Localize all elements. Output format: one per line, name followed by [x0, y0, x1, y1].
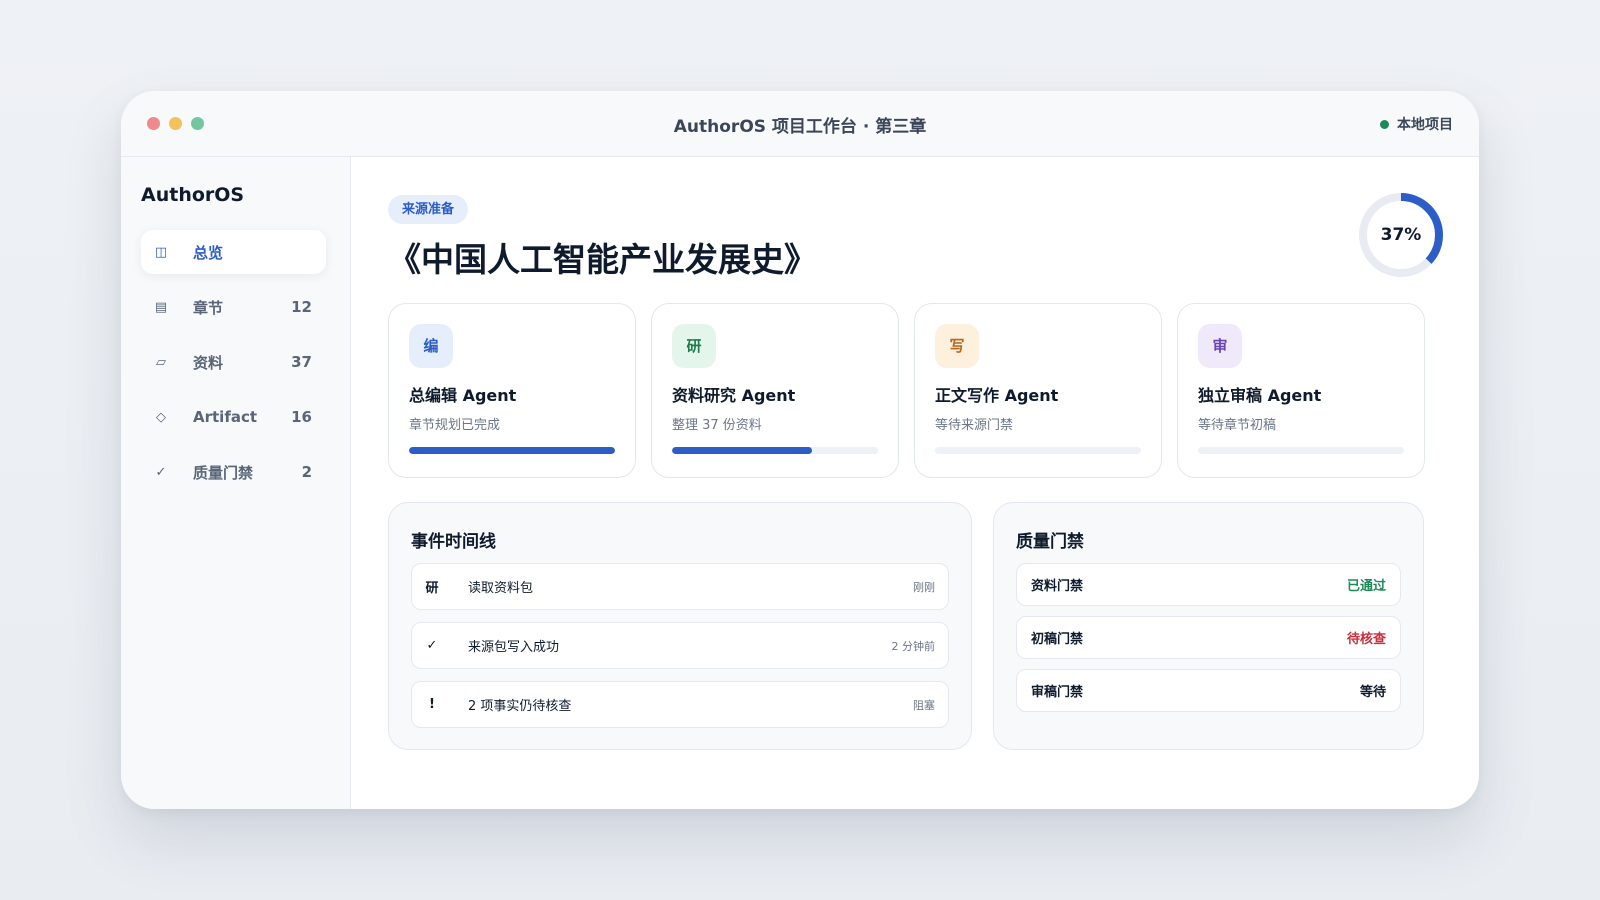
sidebar-item-label: 质量门禁	[193, 463, 254, 482]
sidebar-item-label: 章节	[193, 298, 224, 317]
sidebar-item-count: 37	[291, 353, 312, 371]
sidebar-item-chapters[interactable]: ▤ 章节 12	[141, 285, 326, 329]
research-icon: 研	[425, 581, 439, 596]
editor-agent-icon: 编	[409, 324, 453, 368]
agent-progress-fill	[409, 447, 615, 454]
event-label: 读取资料包	[468, 581, 534, 596]
event-row[interactable]: ✓ 来源包写入成功 2 分钟前	[411, 622, 949, 669]
sidebar-item-count: 12	[291, 298, 312, 316]
gate-row[interactable]: 初稿门禁 待核查	[1016, 616, 1401, 659]
agent-status: 等待章节初稿	[1198, 418, 1277, 433]
sidebar-item-artifact[interactable]: ◇ Artifact 16	[141, 395, 326, 439]
gate-label: 审稿门禁	[1031, 685, 1084, 700]
sidebar-item-count: 2	[301, 463, 312, 481]
research-agent-icon: 研	[672, 324, 716, 368]
check-icon: ✓	[426, 638, 438, 653]
event-label: 来源包写入成功	[468, 640, 560, 655]
agent-card-research[interactable]: 研 资料研究 Agent 整理 37 份资料	[651, 303, 899, 478]
agent-name: 正文写作 Agent	[935, 386, 1059, 405]
alert-icon: !	[429, 697, 435, 712]
agent-status: 等待来源门禁	[935, 418, 1014, 433]
panel-title: 事件时间线	[411, 532, 496, 552]
sidebar-item-overview[interactable]: ◫ 总览	[141, 230, 326, 274]
gate-status: 待核查	[1346, 632, 1386, 647]
event-row[interactable]: 研 读取资料包 刚刚	[411, 563, 949, 610]
event-time: 2 分钟前	[891, 639, 936, 653]
agent-status: 章节规划已完成	[409, 418, 501, 433]
reviewer-agent-icon: 审	[1198, 324, 1242, 368]
materials-icon: ▱	[156, 354, 166, 370]
check-icon: ✓	[155, 464, 167, 480]
window-title: AuthorOS 项目工作台 · 第三章	[673, 117, 927, 137]
agent-progress-bar	[935, 447, 1141, 454]
main-content: 来源准备 《中国人工智能产业发展史》 37% 编 总编辑 Agent 章节规划已…	[352, 157, 1479, 809]
panel-title: 质量门禁	[1016, 532, 1084, 552]
sidebar-item-label: Artifact	[193, 408, 258, 426]
page-title: 《中国人工智能产业发展史》	[388, 240, 817, 279]
gate-row[interactable]: 资料门禁 已通过	[1016, 563, 1401, 606]
gate-row[interactable]: 审稿门禁 等待	[1016, 669, 1401, 712]
writer-agent-icon: 写	[935, 324, 979, 368]
agent-card-writer[interactable]: 写 正文写作 Agent 等待来源门禁	[914, 303, 1162, 478]
event-time: 刚刚	[913, 580, 935, 594]
event-label: 2 项事实仍待核查	[468, 699, 572, 714]
agent-cards: 编 总编辑 Agent 章节规划已完成 研 资料研究 Agent 整理 37 份…	[388, 303, 1425, 478]
agent-card-reviewer[interactable]: 审 独立审稿 Agent 等待章节初稿	[1177, 303, 1425, 478]
agent-status: 整理 37 份资料	[672, 418, 762, 433]
gate-status: 已通过	[1346, 579, 1386, 594]
sidebar-item-quality-gates[interactable]: ✓ 质量门禁 2	[141, 450, 326, 494]
status-dot-icon	[1380, 119, 1389, 129]
sidebar-item-count: 16	[291, 408, 312, 426]
quality-gates-panel: 质量门禁 资料门禁 已通过 初稿门禁 待核查 审稿门禁 等待	[993, 502, 1424, 750]
agent-progress-bar	[409, 447, 615, 454]
sidebar-item-label: 资料	[193, 353, 224, 372]
agent-name: 总编辑 Agent	[409, 386, 517, 405]
sidebar: AuthorOS ◫ 总览 ▤ 章节 12 ▱ 资料 37 ◇ Artifact…	[121, 157, 351, 809]
diamond-icon: ◇	[156, 409, 166, 425]
project-status-label: 本地项目	[1397, 117, 1453, 133]
sidebar-item-label: 总览	[193, 243, 224, 262]
event-time: 阻塞	[913, 698, 935, 712]
gate-label: 初稿门禁	[1031, 632, 1084, 647]
event-row[interactable]: ! 2 项事实仍待核查 阻塞	[411, 681, 949, 728]
sidebar-item-materials[interactable]: ▱ 资料 37	[141, 340, 326, 384]
agent-card-editor[interactable]: 编 总编辑 Agent 章节规划已完成	[388, 303, 636, 478]
app-window: AuthorOS 项目工作台 · 第三章 本地项目 AuthorOS ◫ 总览 …	[121, 91, 1479, 809]
agent-progress-bar	[1198, 447, 1404, 454]
project-status: 本地项目	[1380, 114, 1453, 134]
brand-logo-text: AuthorOS	[141, 184, 245, 206]
event-timeline-panel: 事件时间线 研 读取资料包 刚刚 ✓ 来源包写入成功 2 分钟前 ! 2 项事实…	[388, 502, 972, 750]
progress-ring: 37%	[1357, 191, 1445, 279]
chapters-icon: ▤	[154, 299, 168, 315]
gate-status: 等待	[1359, 685, 1386, 700]
title-bar: AuthorOS 项目工作台 · 第三章 本地项目	[121, 91, 1479, 157]
agent-name: 资料研究 Agent	[672, 386, 796, 405]
agent-progress-fill	[672, 447, 813, 454]
progress-percent: 37%	[1380, 225, 1422, 245]
layout-icon: ◫	[154, 244, 168, 260]
gate-label: 资料门禁	[1031, 579, 1084, 594]
stage-badge: 来源准备	[388, 195, 469, 224]
agent-name: 独立审稿 Agent	[1198, 386, 1322, 405]
agent-progress-bar	[672, 447, 878, 454]
